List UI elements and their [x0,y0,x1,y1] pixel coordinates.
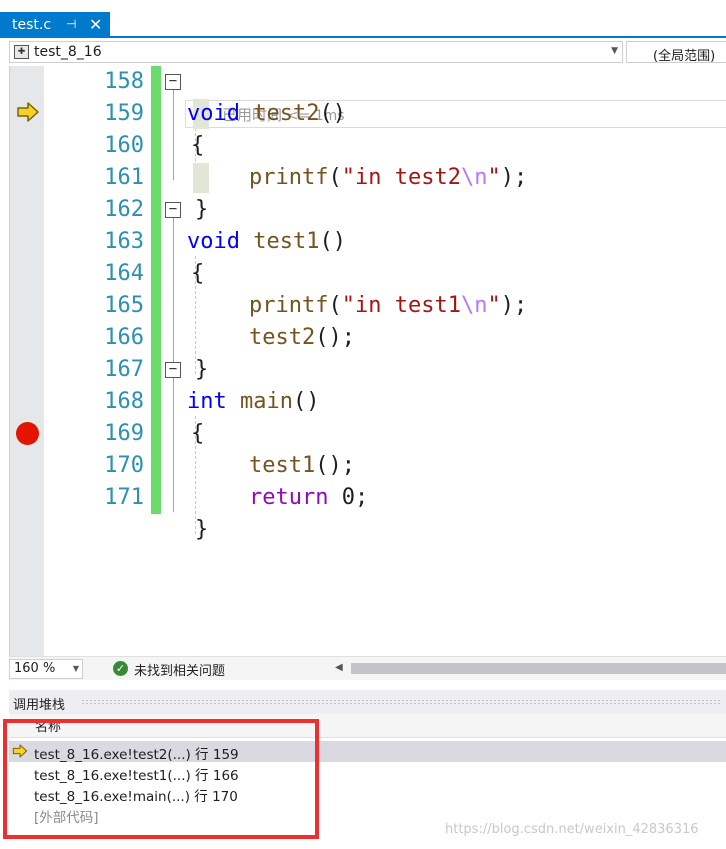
panel-drag-grip[interactable] [81,699,721,705]
issues-status[interactable]: 未找到相关问题 [134,660,225,679]
code-line-166[interactable]: } [165,322,726,382]
scope-label: (全局范围) [653,49,716,64]
tab-label: test.c [12,17,52,33]
line-number: 170 [104,453,144,478]
collapse-icon[interactable]: − [165,362,181,378]
project-name: test_8_16 [34,44,102,60]
project-icon: ✚ [14,45,29,59]
line-number: 159 [104,101,144,126]
line-number: 163 [104,229,144,254]
code-line-171[interactable]: } [165,482,726,542]
scroll-left-icon[interactable]: ◀ [335,662,343,673]
line-number: 167 [104,357,144,382]
code-line-164[interactable]: printf("in test1\n"); [165,258,726,318]
horizontal-scrollbar[interactable] [351,663,726,674]
tab-test-c[interactable]: test.c ⊣ ✕ [0,12,110,38]
dropdown-arrow-icon: ▼ [611,46,618,56]
code-line-168[interactable]: { [165,386,726,446]
line-number: 164 [104,261,144,286]
project-dropdown[interactable]: ✚ test_8_16 ▼ [9,41,623,63]
zoom-dropdown[interactable]: 160 % ▼ [9,659,83,679]
zoom-level: 160 % [14,661,56,676]
pin-icon[interactable]: ⊣ [66,17,76,31]
close-icon[interactable]: ✕ [89,15,102,34]
line-number: 171 [104,485,144,510]
code-line-158[interactable]: − void test2() [165,66,726,126]
collapse-icon[interactable]: − [165,202,181,218]
scope-dropdown[interactable]: (全局范围) [626,41,726,64]
line-number: 166 [104,325,144,350]
code-line-165[interactable]: test2(); [165,290,726,350]
call-stack-header: 调用堆栈 [9,690,726,714]
dropdown-arrow-icon: ▼ [72,664,79,673]
code-line-167[interactable]: − int main() [165,354,726,414]
editor-status-strip: 160 % ▼ ✓ 未找到相关问题 ◀ [9,656,726,680]
code-editor[interactable]: 158 159 160 161 162 163 164 165 166 167 … [9,66,726,656]
line-number: 162 [104,197,144,222]
code-line-169[interactable]: test1(); [165,418,726,478]
code-line-159[interactable]: { [165,98,726,158]
code-line-163[interactable]: { [165,226,726,286]
code-line-162[interactable]: − void test1() [165,194,726,254]
panel-title: 调用堆栈 [13,698,66,713]
code-line-160[interactable]: printf("in test2\n"); [165,130,726,190]
highlight-frame [3,719,319,839]
code-text-area[interactable]: 已用时间 <= 1ms − void test2() { printf("in t… [165,66,726,656]
breakpoint-icon[interactable] [16,422,39,445]
navigation-bar: ✚ test_8_16 ▼ (全局范围) [0,40,726,66]
glyph-margin[interactable] [10,66,44,656]
change-tracking-bar [151,66,161,514]
check-icon: ✓ [113,661,128,676]
collapse-icon[interactable]: − [165,74,181,90]
watermark: https://blog.csdn.net/weixin_42836316 [445,822,699,837]
execution-arrow-icon [17,102,39,122]
line-number: 158 [104,69,144,94]
code-line-170[interactable]: return 0; [165,450,726,510]
line-number: 160 [104,133,144,158]
line-number: 161 [104,165,144,190]
line-number: 168 [104,389,144,414]
code-line-161[interactable]: } [165,162,726,222]
line-number: 165 [104,293,144,318]
document-tabstrip: test.c ⊣ ✕ [0,0,726,38]
line-number: 169 [104,421,144,446]
